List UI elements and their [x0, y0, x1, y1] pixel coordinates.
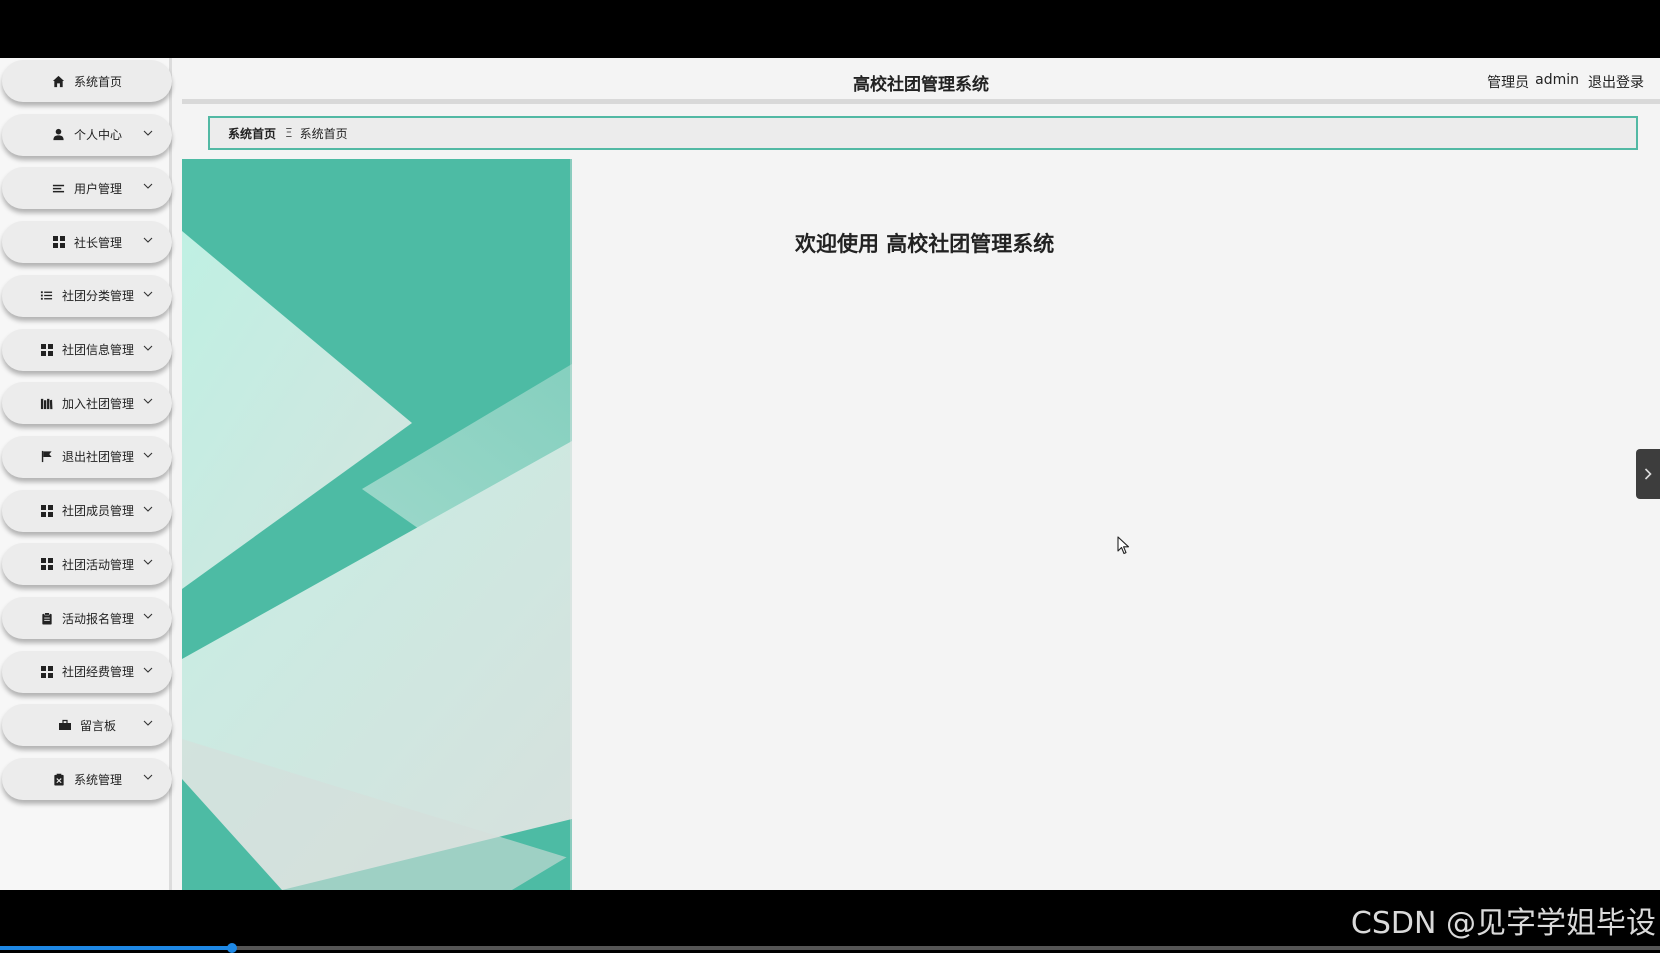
- sidebar-item[interactable]: 社长管理: [2, 221, 172, 264]
- username-link[interactable]: admin: [1535, 72, 1579, 92]
- site-title: 高校社团管理系统: [853, 75, 989, 95]
- user-icon: [52, 128, 66, 142]
- grid-icon: [40, 504, 54, 518]
- chevron-down-icon: [143, 130, 153, 136]
- grid-icon: [40, 665, 54, 679]
- chevron-right-icon: [1644, 468, 1652, 480]
- sidebar-item-label: 加入社团管理: [61, 396, 134, 411]
- sidebar-item[interactable]: 留言板: [2, 704, 172, 747]
- settings-doc-icon: [52, 772, 66, 786]
- sidebar-item-label: 系统首页: [73, 74, 122, 89]
- sidebar-item[interactable]: 系统首页: [2, 60, 172, 102]
- sidebar-item-label: 社团成员管理: [61, 504, 134, 519]
- list-lines-icon: [52, 181, 66, 195]
- chevron-down-icon: [143, 237, 153, 243]
- books-icon: [40, 396, 54, 410]
- chevron-down-icon: [143, 452, 153, 458]
- sidebar-item[interactable]: 社团经费管理: [2, 650, 172, 693]
- chevron-down-icon: [143, 398, 153, 404]
- chevron-down-icon: [143, 559, 153, 566]
- sidebar-item[interactable]: 活动报名管理: [2, 597, 172, 639]
- mouse-cursor-icon: [1117, 536, 1130, 555]
- chevron-down-icon: [143, 291, 153, 297]
- chevron-down-icon: [143, 774, 153, 780]
- sidebar-item-label: 社团信息管理: [61, 343, 134, 357]
- app-window: 系统首页 个人中心 用户管理 社长管理 社团分类管理 社团信息管理 加入社团管理 退出社团管理…: [0, 58, 1660, 890]
- logout-button[interactable]: 退出登录: [1588, 72, 1644, 92]
- chevron-down-icon: [143, 613, 153, 619]
- sidebar-item[interactable]: 社团信息管理: [2, 328, 172, 371]
- welcome-heading: 欢迎使用 高校社团管理系统: [795, 232, 1055, 256]
- breadcrumb: 系统首页 Ξ 系统首页: [208, 116, 1638, 150]
- sidebar-item-label: 社长管理: [73, 235, 122, 250]
- sidebar-item-label: 活动报名管理: [61, 611, 134, 626]
- breadcrumb-separator-icon: Ξ: [285, 126, 293, 140]
- sidebar-item-label: 社团活动管理: [61, 557, 134, 572]
- chevron-down-icon: [143, 184, 153, 190]
- watermark: CSDN @见字学姐毕设: [1350, 906, 1656, 941]
- sidebar-item-label: 系统管理: [73, 772, 122, 787]
- sidebar-item-label: 社团经费管理: [61, 665, 134, 680]
- sidebar-item[interactable]: 社团成员管理: [2, 489, 172, 532]
- video-progress-fill: [0, 946, 233, 950]
- chevron-down-icon: [143, 667, 153, 673]
- breadcrumb-current: 系统首页: [299, 126, 348, 141]
- breadcrumb-home[interactable]: 系统首页: [228, 125, 276, 142]
- sidebar-item[interactable]: 系统管理: [2, 758, 172, 801]
- sidebar-item[interactable]: 加入社团管理: [2, 382, 172, 425]
- banner-image: [182, 159, 572, 890]
- grid-icon: [40, 343, 54, 357]
- clipboard-icon: [40, 611, 54, 625]
- message-icon: [58, 718, 72, 732]
- role-label: 管理员: [1487, 75, 1530, 91]
- video-progress-bar[interactable]: [0, 943, 1660, 953]
- video-progress-knob[interactable]: [227, 943, 238, 953]
- sidebar-item[interactable]: 社团活动管理: [2, 543, 172, 586]
- chevron-down-icon: [143, 345, 153, 351]
- list-icon: [40, 289, 54, 303]
- sidebar-item[interactable]: 退出社团管理: [2, 435, 172, 478]
- grid-icon: [52, 235, 66, 249]
- grid-icon: [40, 557, 54, 571]
- sidebar-item-label: 社团分类管理: [61, 289, 134, 304]
- chevron-down-icon: [143, 721, 153, 727]
- sidebar-item-label: 退出社团管理: [61, 450, 134, 465]
- chevron-down-icon: [143, 506, 153, 512]
- flag-icon: [40, 450, 54, 464]
- user-area: 管理员 admin 退出登录: [1487, 72, 1644, 92]
- sidebar: 系统首页个人中心用户管理社长管理社团分类管理 社团信息管理 加入社团管理 退出社团管理…: [0, 58, 172, 890]
- sidebar-item[interactable]: 用户管理: [2, 167, 172, 210]
- sidebar-item-label: 留言板: [79, 718, 116, 733]
- home-icon: [52, 74, 66, 88]
- sidebar-item[interactable]: 个人中心: [2, 113, 172, 156]
- top-header: 高校社团管理系统 管理员 admin 退出登录: [182, 58, 1660, 104]
- expand-panel-button[interactable]: [1636, 449, 1660, 499]
- sidebar-item-label: 用户管理: [73, 181, 122, 196]
- sidebar-item[interactable]: 社团分类管理: [2, 274, 172, 317]
- sidebar-item-label: 个人中心: [73, 128, 122, 143]
